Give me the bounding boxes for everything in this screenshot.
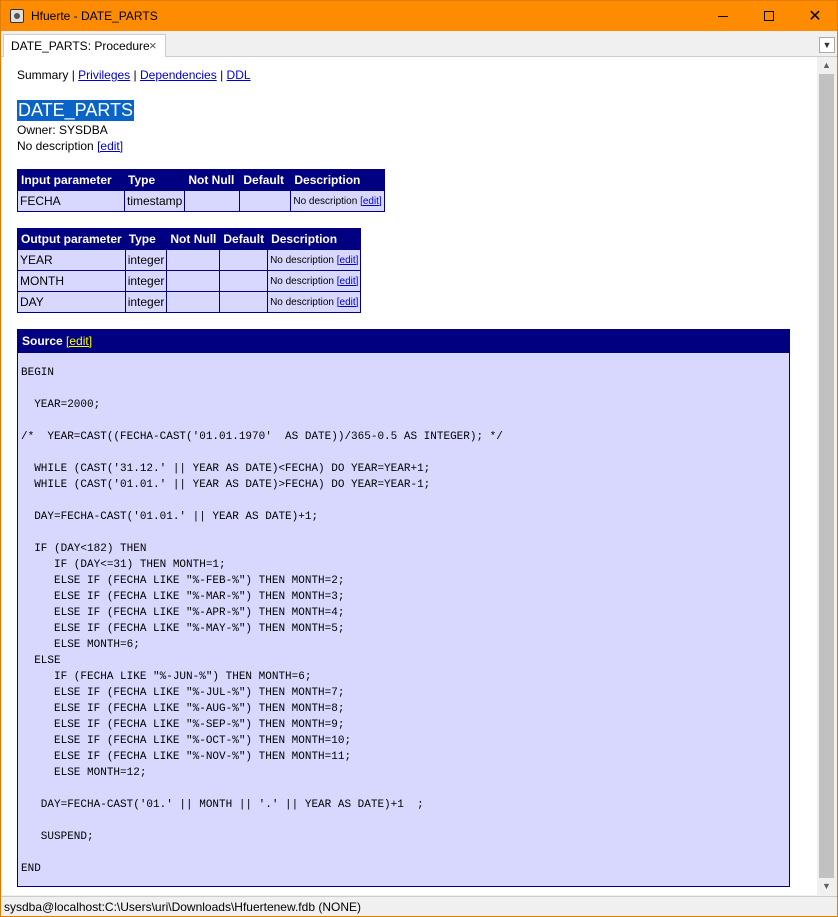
content-pane: Summary | Privileges | Dependencies | DD… [2,57,817,895]
column-header: Default [219,228,269,250]
minimize-icon [718,15,728,17]
param-default [219,270,269,292]
edit-param-link[interactable]: [edit] [337,255,359,266]
tab-label: DATE_PARTS: Procedure [11,39,150,53]
input-parameters-table: Input parameter Type Not Null Default De… [17,169,385,212]
nav-separator: | [71,68,75,82]
table-row: FECHA timestamp No description [edit] [17,190,385,212]
page-title: DATE_PARTS [17,100,135,121]
source-code[interactable]: BEGIN YEAR=2000; /* YEAR=CAST((FECHA-CAS… [18,353,789,877]
column-header: Not Null [184,169,241,191]
close-window-button[interactable]: ✕ [792,1,838,31]
output-parameters-table: Output parameter Type Not Null Default D… [17,228,362,313]
nav-dependencies-link[interactable]: Dependencies [140,68,217,82]
table-header-row: Input parameter Type Not Null Default De… [17,169,385,191]
scroll-up-icon[interactable]: ▲ [817,57,836,74]
app-icon [10,9,24,23]
edit-source-link[interactable]: [edit] [66,334,92,348]
param-description: No description [edit] [267,270,362,292]
table-header-row: Output parameter Type Not Null Default D… [17,228,362,250]
section-nav: Summary | Privileges | Dependencies | DD… [17,68,251,82]
param-description: No description [edit] [267,291,362,313]
param-type: integer [124,291,168,313]
param-default [239,190,292,212]
edit-param-link[interactable]: [edit] [337,276,359,287]
param-not-null [166,291,221,313]
minimize-button[interactable] [700,1,746,31]
app-window: Hfuerte - DATE_PARTS ✕ DATE_PARTS: Proce… [0,0,838,917]
param-description-text: No description [293,195,358,207]
column-header: Type [123,169,186,191]
title-bar[interactable]: Hfuerte - DATE_PARTS ✕ [1,1,837,31]
column-header: Not Null [166,228,221,250]
source-label: Source [22,334,63,348]
nav-separator: | [220,68,224,82]
param-name: DAY [17,291,126,313]
scrollbar-thumb[interactable] [819,74,834,878]
param-name: MONTH [17,270,126,292]
column-header: Default [239,169,292,191]
tab-bar: DATE_PARTS: Procedure × ▼ [1,31,837,58]
tab-close-icon[interactable]: × [149,38,157,53]
param-default [219,249,269,271]
nav-summary: Summary [17,68,69,82]
close-icon: ✕ [808,8,822,25]
edit-param-link[interactable]: [edit] [337,297,359,308]
source-panel: Source [edit] BEGIN YEAR=2000; /* YEAR=C… [17,329,790,887]
column-header: Description [290,169,385,191]
table-row: MONTH integer No description [edit] [17,270,362,292]
edit-description-link[interactable]: [edit] [97,139,123,153]
param-not-null [184,190,241,212]
status-text: sysdba@localhost:C:\Users\uri\Downloads\… [4,900,361,914]
column-header: Input parameter [17,169,125,191]
param-description: No description [edit] [267,249,362,271]
column-header: Description [267,228,362,250]
column-header: Type [124,228,168,250]
tab-date-parts[interactable]: DATE_PARTS: Procedure × [3,34,166,58]
column-header: Output parameter [17,228,126,250]
param-description-text: No description [270,275,334,287]
status-bar: sysdba@localhost:C:\Users\uri\Downloads\… [1,896,837,916]
maximize-icon [764,11,774,21]
table-row: DAY integer No description [edit] [17,291,362,313]
chevron-down-icon: ▼ [822,40,832,50]
param-type: integer [124,270,168,292]
table-row: YEAR integer No description [edit] [17,249,362,271]
param-not-null [166,249,221,271]
window-title: Hfuerte - DATE_PARTS [31,9,158,23]
param-name: YEAR [17,249,126,271]
vertical-scrollbar[interactable]: ▲ ▼ [817,57,836,895]
param-description-text: No description [270,296,334,308]
param-description: No description [edit] [290,190,385,212]
scroll-down-icon[interactable]: ▼ [817,878,836,895]
param-type: timestamp [123,190,186,212]
tab-list-dropdown[interactable]: ▼ [819,37,835,53]
description-line: No description [edit] [17,139,123,153]
source-header: Source [edit] [18,330,789,353]
edit-param-link[interactable]: [edit] [360,196,382,207]
nav-ddl-link[interactable]: DDL [227,68,251,82]
param-type: integer [124,249,168,271]
description-text: No description [17,139,94,153]
param-not-null [166,270,221,292]
nav-separator: | [133,68,137,82]
owner-text: Owner: SYSDBA [17,123,108,137]
param-name: FECHA [17,190,125,212]
maximize-button[interactable] [746,1,792,31]
param-description-text: No description [270,254,334,266]
nav-privileges-link[interactable]: Privileges [78,68,130,82]
param-default [219,291,269,313]
